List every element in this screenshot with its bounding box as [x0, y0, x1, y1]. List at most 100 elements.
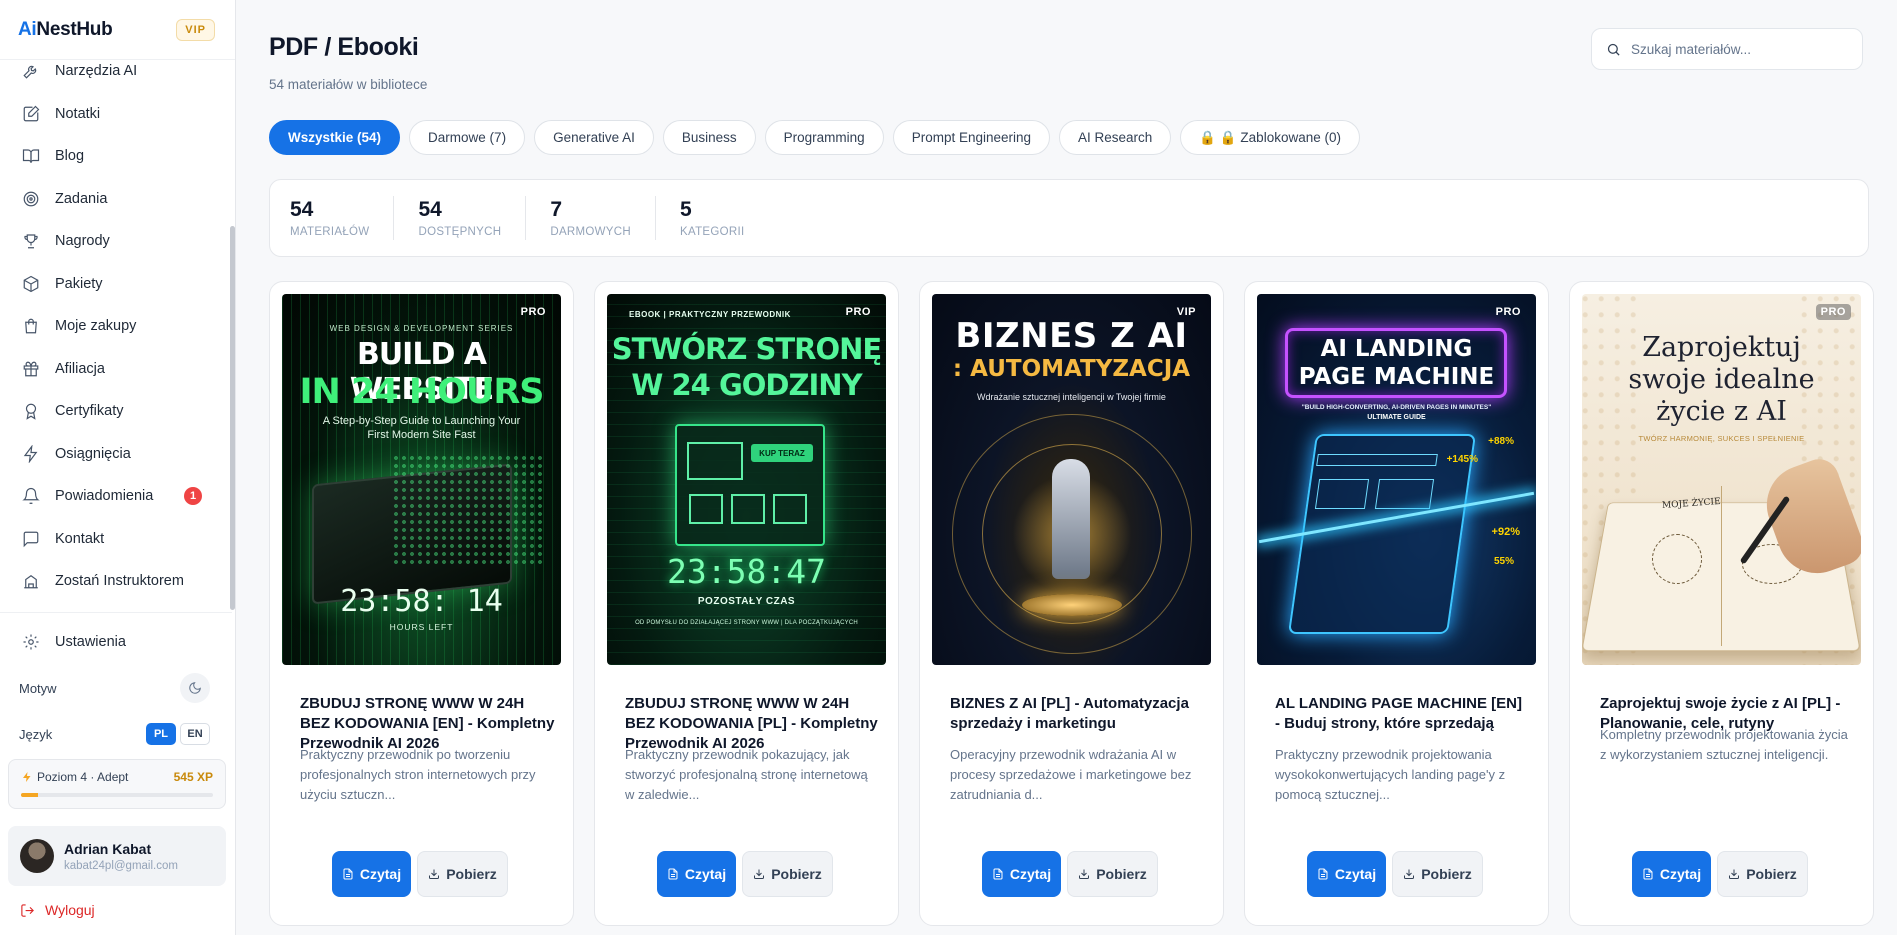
sidebar-item-notatki[interactable]: Notatki [0, 93, 232, 136]
gift-icon [23, 361, 39, 377]
category-tabs: Wszystkie (54) Darmowe (7) Generative AI Bu… [269, 120, 1360, 155]
lang-pl-button[interactable]: PL [146, 723, 176, 745]
document-icon [1643, 868, 1653, 880]
school-icon [24, 575, 38, 589]
cover-foot2: OD POMYSŁU DO DZIAŁAJĄCEJ STRONY WWW | D… [635, 620, 858, 626]
sidebar-item-osiągnięcia[interactable]: Osiągnięcia [0, 433, 232, 476]
tab-0[interactable]: Wszystkie (54) [269, 120, 401, 155]
sidebar-item-narzędzia-ai[interactable]: Narzędzia AI [0, 50, 232, 93]
download-button[interactable]: Pobierz [1392, 851, 1483, 897]
read-button[interactable]: Czytaj [982, 851, 1061, 897]
award-icon [25, 403, 37, 420]
level-progress-fill [21, 793, 39, 797]
stat-label: MATERIAŁÓW [290, 225, 370, 238]
ebook-cover[interactable]: EBOOK | PRAKTYCZNY PRZEWODNIK STWÓRZ STR… [607, 294, 886, 665]
sidebar-item-nagrody[interactable]: Nagrody [0, 220, 232, 263]
app-logo[interactable]: AiNestHub [18, 19, 113, 41]
user-email: kabat24pl@gmail.com [64, 859, 178, 872]
ebook-description: Praktyczny przewodnik projektowania wyso… [1275, 747, 1506, 802]
document-icon [343, 868, 353, 880]
ebook-card[interactable]: EBOOK | PRAKTYCZNY PRZEWODNIK STWÓRZ STR… [594, 281, 899, 926]
tab-2[interactable]: Generative AI [534, 120, 654, 155]
read-button[interactable]: Czytaj [1307, 851, 1386, 897]
sidebar-item-certyfikaty[interactable]: Certyfikaty [0, 390, 232, 433]
sidebar-item-blog[interactable]: Blog [0, 135, 232, 178]
ebook-card[interactable]: WEB DESIGN & DEVELOPMENT SERIES BUILD A … [269, 281, 574, 926]
note-icon [23, 105, 40, 122]
sidebar-item-settings[interactable]: Ustawienia [0, 622, 232, 662]
tab-4[interactable]: Programming [764, 120, 884, 155]
read-button[interactable]: Czytaj [332, 851, 411, 897]
search-input[interactable] [1631, 41, 1831, 57]
user-card[interactable]: Adrian Kabat kabat24pl@gmail.com [8, 826, 226, 886]
search-box[interactable] [1591, 28, 1863, 70]
ebook-card[interactable]: BIZNES Z AI : AUTOMATYZACJA Wdrażanie sz… [919, 281, 1224, 926]
tier-badge: PRO [1495, 306, 1521, 318]
ebook-description: Operacyjny przewodnik wdrażania AI w pro… [950, 747, 1192, 802]
level-card[interactable]: Poziom 4 · Adept 545 XP [8, 759, 226, 809]
sidebar-item-powiadomienia[interactable]: Powiadomienia 1 [0, 475, 232, 518]
search-icon [1607, 43, 1620, 56]
ebook-cover[interactable]: BIZNES Z AI : AUTOMATYZACJA Wdrażanie sz… [932, 294, 1211, 665]
tab-7[interactable]: 🔒 🔒 Zablokowane (0) [1180, 120, 1360, 155]
settings-label: Ustawienia [55, 634, 126, 650]
download-button[interactable]: Pobierz [1067, 851, 1158, 897]
ebook-cover[interactable]: Zaprojektuj swoje idealne życie z AI TWÓ… [1582, 294, 1861, 665]
download-button[interactable]: Pobierz [742, 851, 833, 897]
tier-badge: PRO [520, 306, 546, 318]
sidebar-item-zadania[interactable]: Zadania [0, 178, 232, 221]
card-actions: Czytaj Pobierz [657, 851, 833, 897]
tab-1[interactable]: Darmowe (7) [409, 120, 526, 155]
level-progress-bar [21, 793, 213, 797]
cover-line1: BIZNES Z AI [955, 316, 1188, 356]
stat-value: 7 [550, 197, 563, 221]
stat-label: DARMOWYCH [550, 225, 631, 238]
stat-item: 7 DARMOWYCH [550, 196, 656, 240]
language-switch: PL EN [146, 723, 210, 745]
card-actions: Czytaj Pobierz [1307, 851, 1483, 897]
user-name: Adrian Kabat [64, 840, 152, 857]
cover-foot: POZOSTAŁY CZAS [697, 596, 796, 607]
ebook-grid: WEB DESIGN & DEVELOPMENT SERIES BUILD A … [269, 281, 1874, 926]
read-button[interactable]: Czytaj [657, 851, 736, 897]
cover-stat: +92% [1491, 526, 1520, 538]
cover-stat: 55% [1493, 556, 1514, 567]
ebook-card[interactable]: AI LANDING PAGE MACHINE "BUILD HIGH-CONV… [1244, 281, 1549, 926]
download-button[interactable]: Pobierz [417, 851, 508, 897]
book-icon [22, 149, 40, 164]
cover-line2: swoje idealne [1628, 364, 1815, 395]
lightning-icon [23, 444, 38, 463]
ebook-title[interactable]: BIZNES Z AI [PL] - Automatyzacja sprzeda… [950, 694, 1205, 734]
theme-toggle-button[interactable] [180, 673, 210, 703]
sidebar-item-afiliacja[interactable]: Afiliacja [0, 348, 232, 391]
cover-line1: Zaprojektuj [1642, 332, 1801, 363]
cover-line1: STWÓRZ STRONĘ [611, 332, 883, 366]
logout-label: Wyloguj [45, 902, 95, 918]
moon-icon [189, 682, 201, 694]
download-label: Pobierz [771, 866, 822, 882]
lang-en-button[interactable]: EN [180, 723, 210, 745]
sidebar-item-moje-zakupy[interactable]: Moje zakupy [0, 305, 232, 348]
ebook-cover[interactable]: WEB DESIGN & DEVELOPMENT SERIES BUILD A … [282, 294, 561, 665]
tier-badge: VIP [1176, 306, 1196, 318]
logout-button[interactable]: Wyloguj [20, 902, 95, 918]
ebook-cover[interactable]: AI LANDING PAGE MACHINE "BUILD HIGH-CONV… [1257, 294, 1536, 665]
download-button[interactable]: Pobierz [1717, 851, 1808, 897]
tab-3[interactable]: Business [662, 120, 756, 155]
ebook-card[interactable]: Zaprojektuj swoje idealne życie z AI TWÓ… [1569, 281, 1874, 926]
sidebar-item-pakiety[interactable]: Pakiety [0, 263, 232, 306]
trophy-icon [24, 234, 38, 249]
tab-5[interactable]: Prompt Engineering [892, 120, 1051, 155]
ebook-title[interactable]: AL LANDING PAGE MACHINE [EN] - Buduj str… [1275, 694, 1530, 734]
sidebar-nav: Narzędzia AI Notatki Blog Zadania Nagrody Pak… [0, 50, 232, 610]
sidebar-scrollbar[interactable] [230, 226, 235, 610]
download-icon [1079, 869, 1090, 879]
download-icon [429, 869, 440, 879]
sidebar-item-zostań-instruktorem[interactable]: Zostań Instruktorem [0, 560, 232, 603]
download-icon [1729, 869, 1740, 879]
tab-6[interactable]: AI Research [1059, 120, 1172, 155]
sidebar-item-kontakt[interactable]: Kontakt [0, 518, 232, 561]
read-button[interactable]: Czytaj [1632, 851, 1711, 897]
read-label: Czytaj [1009, 866, 1052, 882]
sidebar-item-label: Powiadomienia [55, 488, 154, 505]
